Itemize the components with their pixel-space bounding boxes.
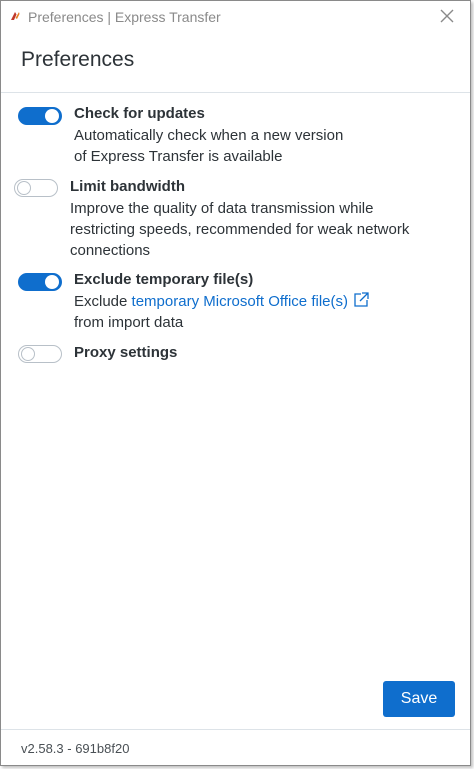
- setting-description: connections: [70, 242, 151, 259]
- express-transfer-logo-icon: [11, 12, 20, 20]
- page-title: Preferences: [21, 48, 135, 71]
- dialog-header: Preferences: [1, 33, 470, 93]
- setting-description: of Express Transfer is available: [74, 148, 283, 165]
- exclude-temporary-files-toggle[interactable]: [18, 273, 62, 291]
- setting-description: restricting speeds, recommended for weak…: [70, 221, 410, 238]
- version-label: v2.58.3 - 691b8f20: [21, 741, 130, 756]
- setting-title: Limit bandwidth: [70, 178, 185, 195]
- toggle-knob: [45, 275, 59, 289]
- preferences-window: Preferences | Express Transfer Preferenc…: [0, 0, 471, 766]
- limit-bandwidth-toggle[interactable]: [14, 179, 58, 197]
- external-link-icon[interactable]: [352, 291, 370, 309]
- setting-title: Exclude temporary file(s): [74, 271, 254, 288]
- temporary-office-files-link[interactable]: temporary Microsoft Office file(s): [132, 293, 348, 310]
- setting-description: Automatically check when a new version: [74, 127, 344, 144]
- setting-description: from import data: [74, 314, 184, 331]
- proxy-settings-toggle[interactable]: [18, 345, 62, 363]
- toggle-knob: [17, 181, 31, 195]
- footer: v2.58.3 - 691b8f20: [1, 729, 470, 767]
- toggle-knob: [45, 109, 59, 123]
- setting-title: Proxy settings: [74, 344, 178, 361]
- close-icon[interactable]: [438, 7, 456, 25]
- setting-description: Exclude temporary Microsoft Office file(…: [74, 291, 370, 312]
- setting-title: Check for updates: [74, 105, 205, 122]
- check-for-updates-toggle[interactable]: [18, 107, 62, 125]
- save-button[interactable]: Save: [383, 681, 455, 717]
- description-prefix: Exclude: [74, 293, 132, 310]
- title-bar[interactable]: Preferences | Express Transfer: [1, 1, 470, 33]
- window-title: Preferences | Express Transfer: [28, 9, 221, 25]
- toggle-knob: [21, 347, 35, 361]
- setting-description: Improve the quality of data transmission…: [70, 200, 374, 217]
